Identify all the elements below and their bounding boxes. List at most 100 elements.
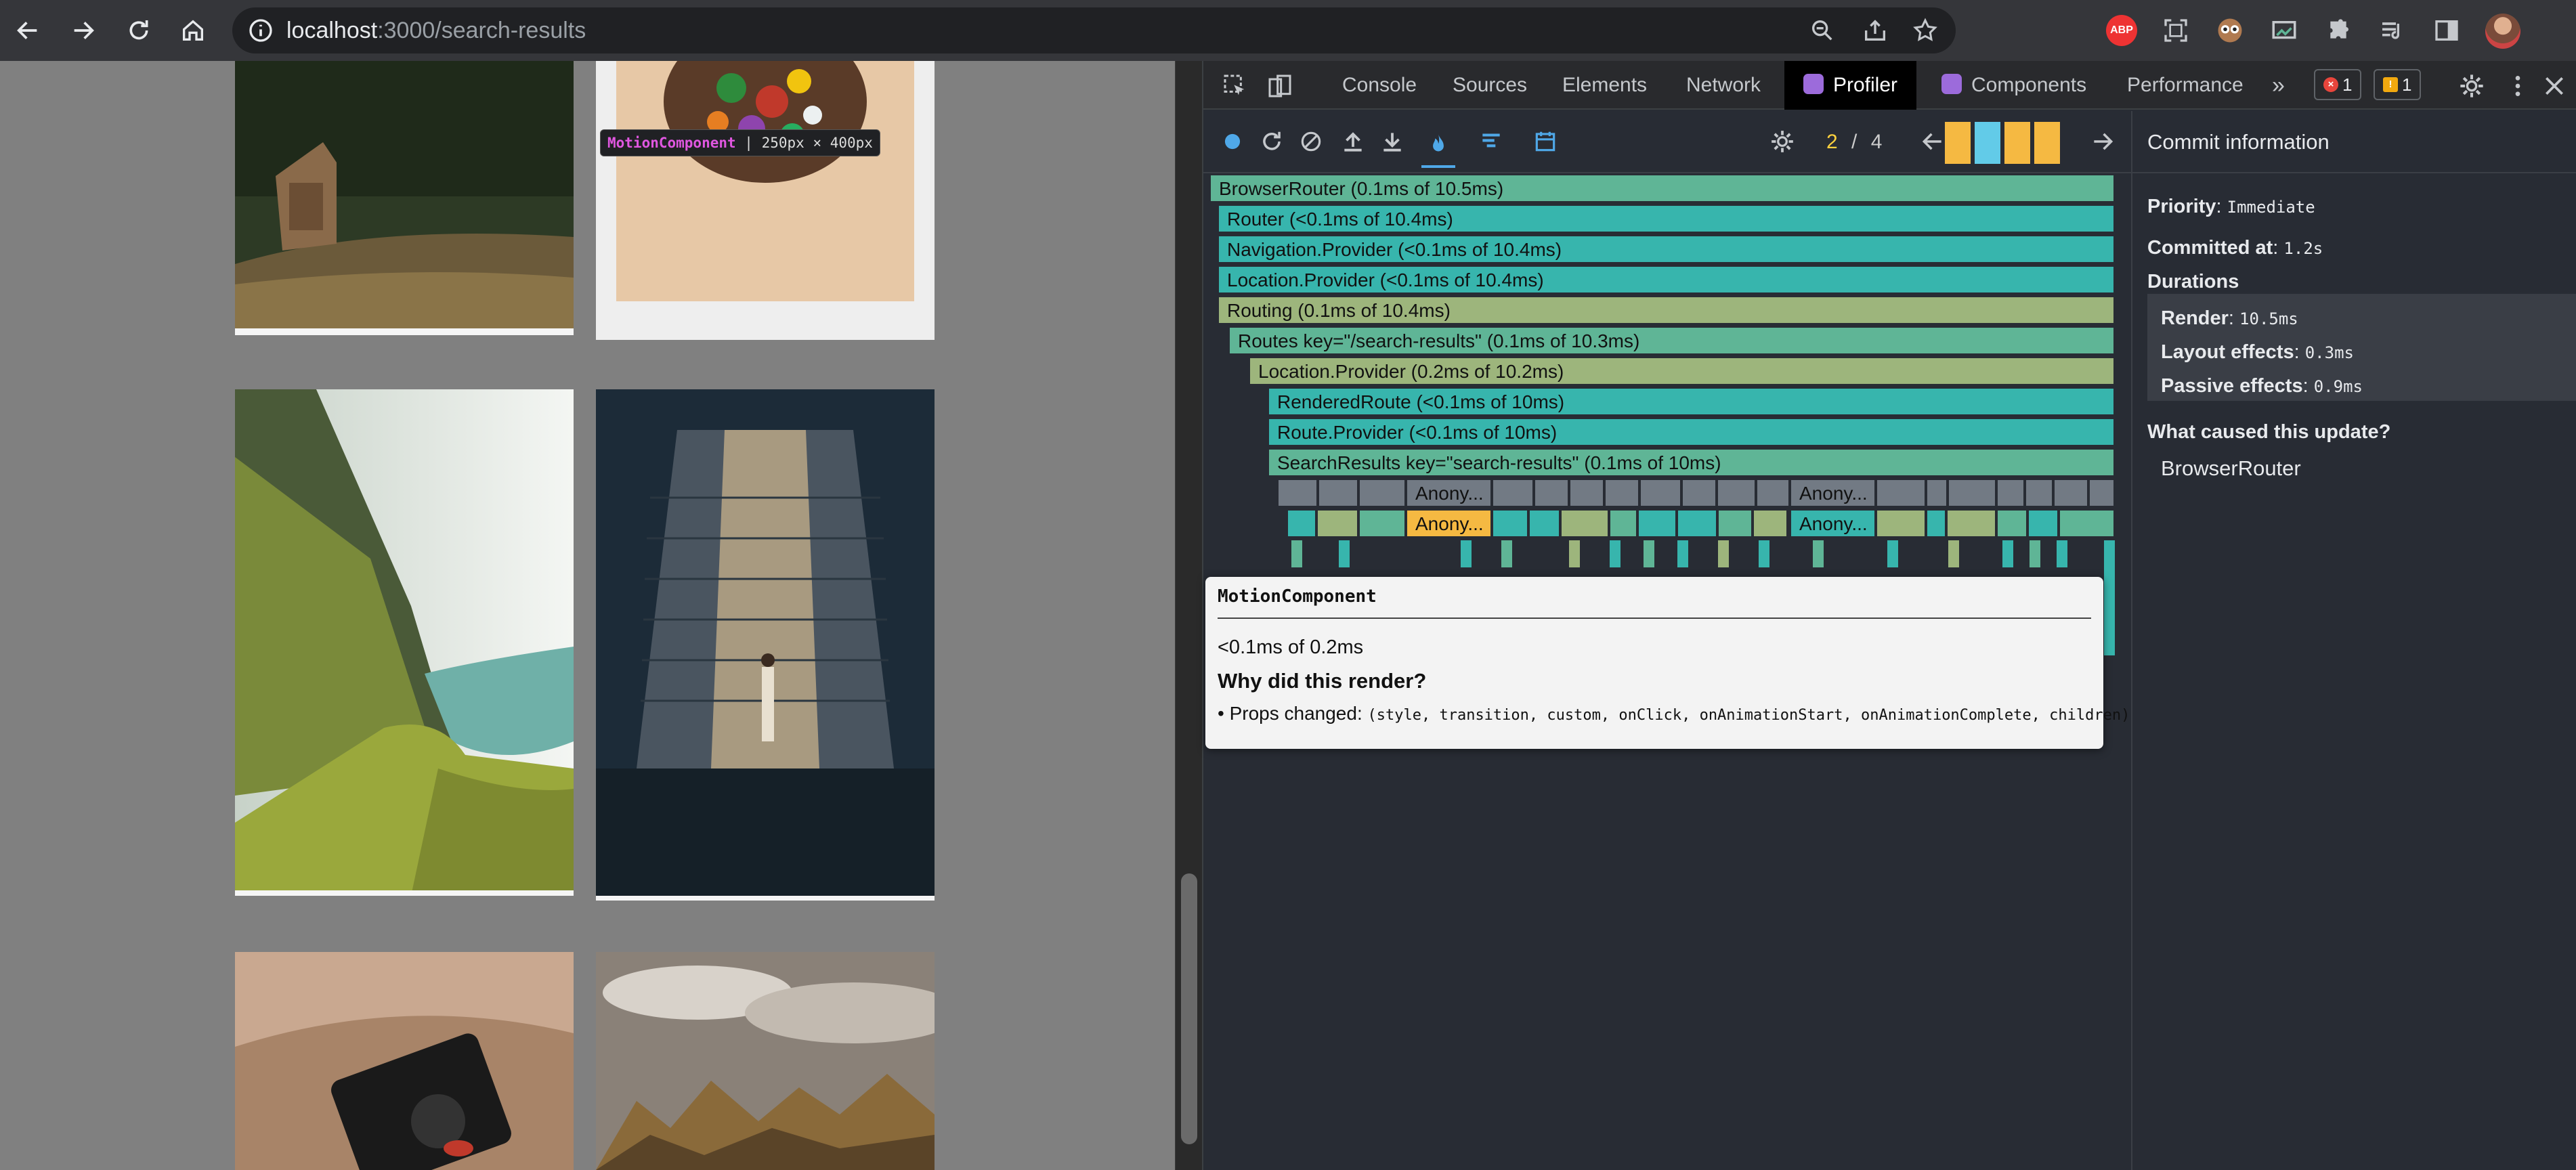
- flame-node-8[interactable]: Route.Provider (<0.1ms of 10ms): [1268, 418, 2114, 446]
- flame-child-node-3[interactable]: Anony...: [1407, 510, 1491, 537]
- media-control-button[interactable]: [2377, 15, 2408, 46]
- flame-anon-node-6[interactable]: [1570, 479, 1604, 506]
- flame-anon-node-15[interactable]: [1948, 479, 1996, 506]
- flame-child-node-0[interactable]: [1287, 510, 1316, 537]
- flame-child-node-14[interactable]: [1927, 510, 1946, 537]
- flame-anon-node-9[interactable]: [1682, 479, 1716, 506]
- tab-profiler[interactable]: Profiler: [1784, 61, 1917, 110]
- more-tabs-button[interactable]: »: [2272, 61, 2285, 110]
- flame-child-node-17[interactable]: [2028, 510, 2058, 537]
- flame-node-7[interactable]: RenderedRoute (<0.1ms of 10ms): [1268, 388, 2114, 415]
- flame-leaf-node-13[interactable]: [2002, 540, 2013, 567]
- flame-leaf-node-7[interactable]: [1677, 540, 1688, 567]
- flame-child-node-7[interactable]: [1610, 510, 1637, 537]
- home-button[interactable]: [175, 12, 211, 49]
- page-scrollbar[interactable]: [1175, 61, 1202, 1170]
- url-text[interactable]: localhost:3000/search-results: [286, 7, 586, 53]
- adblock-extension-button[interactable]: ABP: [2106, 15, 2137, 46]
- commit-bar-4[interactable]: [2034, 122, 2060, 164]
- flame-child-node-8[interactable]: [1638, 510, 1676, 537]
- flame-child-node-4[interactable]: [1493, 510, 1528, 537]
- commit-bar-2[interactable]: [1975, 122, 2000, 164]
- flame-anon-node-18[interactable]: [2054, 479, 2088, 506]
- cast-extension-button[interactable]: [2269, 15, 2300, 46]
- commit-bar-3[interactable]: [2004, 122, 2030, 164]
- address-bar[interactable]: localhost:3000/search-results: [232, 7, 1956, 53]
- result-image-cabin[interactable]: [235, 61, 574, 335]
- flame-leaf-node-3[interactable]: [1501, 540, 1512, 567]
- flame-anon-node-5[interactable]: [1534, 479, 1568, 506]
- tab-components[interactable]: Components: [1941, 61, 2086, 110]
- flame-node-5[interactable]: Routes key="/search-results" (0.1ms of 1…: [1229, 327, 2114, 354]
- flame-leaf-node-10[interactable]: [1813, 540, 1824, 567]
- flame-leaf-node-9[interactable]: [1759, 540, 1769, 567]
- next-commit-button[interactable]: [2086, 125, 2120, 158]
- profile-avatar[interactable]: [2485, 14, 2520, 49]
- flame-anon-node-17[interactable]: [2025, 479, 2053, 506]
- screenshot-extension-button[interactable]: [2160, 15, 2191, 46]
- info-icon[interactable]: [247, 17, 274, 44]
- flame-child-node-12[interactable]: Anony...: [1790, 510, 1875, 537]
- back-button[interactable]: [9, 12, 46, 49]
- flame-anon-node-10[interactable]: [1717, 479, 1755, 506]
- flame-child-node-13[interactable]: [1876, 510, 1925, 537]
- flame-child-node-16[interactable]: [1997, 510, 2027, 537]
- flame-anon-node-1[interactable]: [1318, 479, 1358, 506]
- reload-button[interactable]: [121, 12, 157, 49]
- flame-leaf-node-0[interactable]: [1291, 540, 1302, 567]
- flame-anon-node-8[interactable]: [1640, 479, 1681, 506]
- flame-leaf-node-6[interactable]: [1644, 540, 1654, 567]
- flame-anon-node-7[interactable]: [1605, 479, 1639, 506]
- flame-child-node-10[interactable]: [1718, 510, 1752, 537]
- flame-leaf-node-12[interactable]: [1948, 540, 1959, 567]
- clear-profiling-button[interactable]: [1294, 125, 1328, 158]
- flame-child-node-6[interactable]: [1561, 510, 1608, 537]
- flame-anon-node-16[interactable]: [1997, 479, 2024, 506]
- result-image-stairs[interactable]: [596, 389, 935, 901]
- devtools-menu-button[interactable]: [2499, 68, 2536, 104]
- flame-child-node-9[interactable]: [1677, 510, 1717, 537]
- flamegraph-view-button[interactable]: [1421, 125, 1455, 168]
- flame-anon-node-12[interactable]: Anony...: [1790, 479, 1875, 506]
- flame-anon-node-4[interactable]: [1493, 479, 1533, 506]
- tab-console[interactable]: Console: [1342, 61, 1417, 110]
- flame-leaf-node-8[interactable]: [1718, 540, 1729, 567]
- owl-extension-button[interactable]: [2214, 15, 2246, 46]
- flame-child-node-11[interactable]: [1753, 510, 1787, 537]
- bookmark-star-icon[interactable]: [1912, 17, 1939, 44]
- flame-leaf-node-11[interactable]: [1887, 540, 1898, 567]
- flame-node-3[interactable]: Location.Provider (<0.1ms of 10.4ms): [1218, 266, 2114, 293]
- flame-anon-node-13[interactable]: [1876, 479, 1925, 506]
- flame-leaf-node-1[interactable]: [1339, 540, 1350, 567]
- flame-anon-node-2[interactable]: [1359, 479, 1405, 506]
- flame-child-node-2[interactable]: [1359, 510, 1405, 537]
- result-image-salad[interactable]: [596, 61, 935, 340]
- flame-anon-node-3[interactable]: Anony...: [1407, 479, 1491, 506]
- flame-child-node-5[interactable]: [1529, 510, 1560, 537]
- result-image-camera[interactable]: [235, 952, 574, 1170]
- device-toolbar-button[interactable]: [1262, 68, 1298, 104]
- flame-leaf-node-15[interactable]: [2057, 540, 2067, 567]
- flame-leaf-node-5[interactable]: [1610, 540, 1620, 567]
- devtools-settings-button[interactable]: [2453, 68, 2490, 104]
- extensions-button[interactable]: [2323, 15, 2354, 46]
- flame-child-node-1[interactable]: [1317, 510, 1358, 537]
- reload-and-profile-button[interactable]: [1255, 125, 1289, 158]
- flame-leaf-node-14[interactable]: [2030, 540, 2040, 567]
- share-icon[interactable]: [1862, 17, 1889, 44]
- flame-leaf-node-16[interactable]: [2104, 540, 2115, 655]
- inspect-element-button[interactable]: [1217, 68, 1253, 104]
- record-button[interactable]: [1216, 125, 1249, 158]
- flame-node-0[interactable]: BrowserRouter (0.1ms of 10.5ms): [1210, 175, 2114, 202]
- commit-bar-1[interactable]: [1945, 122, 1971, 164]
- flame-child-node-15[interactable]: [1947, 510, 1996, 537]
- flame-node-6[interactable]: Location.Provider (0.2ms of 10.2ms): [1249, 358, 2114, 385]
- side-panel-button[interactable]: [2431, 15, 2462, 46]
- flame-node-4[interactable]: Routing (0.1ms of 10.4ms): [1218, 297, 2114, 324]
- timeline-view-button[interactable]: [1528, 125, 1562, 158]
- page-scrollbar-thumb[interactable]: [1181, 873, 1197, 1144]
- result-image-cliffs[interactable]: [235, 389, 574, 896]
- flame-child-node-18[interactable]: [2059, 510, 2114, 537]
- flame-leaf-node-4[interactable]: [1569, 540, 1580, 567]
- flame-anon-node-11[interactable]: [1757, 479, 1789, 506]
